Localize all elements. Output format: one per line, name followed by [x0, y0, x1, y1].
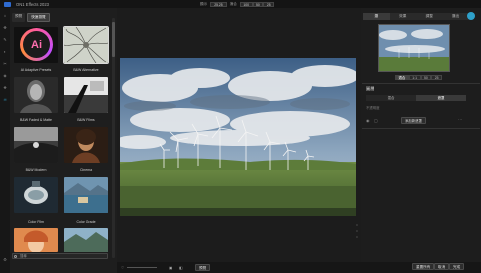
navigator-preview	[379, 25, 449, 71]
color-film-thumb	[14, 177, 58, 213]
opacity-label: 不透明度	[366, 106, 380, 110]
layers-title: 圖層	[366, 86, 375, 91]
nav-1to1-button[interactable]: 1:1	[408, 75, 421, 80]
color-grade-thumb	[64, 177, 108, 213]
left-toolbar: ⌂ ✥ ✎ ◐ ✂ ◈ ❖ ♒ ⚙	[0, 8, 10, 273]
add-mask-button[interactable]: 添加新遮罩	[401, 117, 426, 124]
canvas-ctrl-icon[interactable]: •	[355, 234, 359, 240]
title-bar: ON1 Effects 2023 顯示 25.25 適合 100 50 25	[0, 0, 481, 8]
split-view-icon[interactable]: ◧	[179, 265, 182, 271]
tab-browse[interactable]: 瀏	[363, 13, 390, 20]
divider	[362, 128, 480, 129]
reset-all-button[interactable]: 重置所有	[412, 263, 435, 270]
canvas-side-controls: • • •	[355, 222, 359, 248]
preset-tile-bw-films[interactable]	[64, 77, 108, 113]
bw-modern-thumb	[14, 127, 58, 163]
navigator-zoom: 適合 1:1 50 25	[395, 75, 443, 80]
tab-preview[interactable]: 預覽	[12, 13, 26, 22]
preset-tile-bw-alternative[interactable]	[63, 26, 109, 64]
done-button[interactable]: 完成	[449, 263, 465, 270]
search-icon	[14, 254, 17, 258]
nav-25-button[interactable]: 25	[431, 75, 443, 80]
preset-label: B&W Modern	[25, 168, 47, 172]
nav-50-button[interactable]: 50	[420, 75, 432, 80]
landscape-thumb	[64, 228, 108, 252]
thumbnail-size-slider[interactable]	[127, 267, 157, 268]
wind-farm-photo	[120, 58, 356, 216]
main-photo[interactable]	[120, 58, 356, 216]
bw-alternative-thumb	[64, 27, 108, 63]
zoom-select[interactable]: 25.25	[210, 1, 227, 7]
fit-label: 適合	[229, 1, 237, 6]
account-icon[interactable]	[467, 12, 475, 20]
preset-label: Color Film	[28, 220, 44, 224]
layer-icon[interactable]: ▢	[374, 118, 378, 123]
module-tabs: 瀏 效果 調整 匯出	[363, 13, 469, 20]
favorite-icon[interactable]: ♡	[121, 265, 124, 271]
preset-tile-cinema[interactable]	[64, 127, 108, 163]
preset-tile-bw-faded-matte[interactable]	[14, 77, 58, 113]
zoom-50-button[interactable]: 50	[252, 1, 264, 7]
preset-tile-color-film[interactable]	[14, 177, 58, 213]
mask-tool-icon[interactable]: ◐	[2, 50, 8, 54]
zoom-100-button[interactable]: 100	[239, 1, 253, 7]
navigator-thumbnail[interactable]	[378, 24, 450, 72]
crop-tool-icon[interactable]: ✂	[2, 62, 8, 66]
brush-tool-icon[interactable]: ✎	[2, 38, 8, 42]
tab-effects[interactable]: 效果	[390, 13, 417, 20]
tab-adjust[interactable]: 調整	[416, 13, 443, 20]
preset-tile-color-grade[interactable]	[64, 177, 108, 213]
eye-icon[interactable]: ◉	[366, 118, 370, 123]
preset-label: AI Adaptive Presets	[20, 68, 52, 72]
settings-tool-icon[interactable]: ⚙	[2, 258, 8, 262]
zoom-label: 顯示	[200, 1, 208, 6]
nav-fit-button[interactable]: 適合	[395, 75, 409, 80]
tab-quick-browse[interactable]: 快速瀏覽	[27, 13, 50, 22]
preset-label: B&W Alternative	[73, 68, 99, 72]
cinema-thumb	[64, 127, 108, 163]
tab-mask[interactable]: 遮罩	[416, 95, 466, 101]
app-title: ON1 Effects 2023	[16, 1, 49, 7]
preset-tabs: 預覽 快速瀏覽	[12, 13, 50, 22]
divider	[362, 83, 480, 84]
ai-logo-icon: Ai	[23, 31, 50, 58]
more-icon[interactable]: ⋯	[458, 117, 462, 122]
zoom-controls: 顯示 25.25 適合 100 50 25	[200, 1, 275, 7]
tab-blend[interactable]: 混合	[366, 95, 416, 101]
mask-row: ◉ ▢ 添加新遮罩 ⋯	[366, 117, 466, 124]
preset-tile-portrait[interactable]	[14, 228, 58, 252]
preset-scrollbar[interactable]	[112, 18, 115, 258]
home-tool-icon[interactable]: ⌂	[2, 14, 8, 18]
preview-button[interactable]: 預覽	[195, 264, 211, 271]
preset-tile-bw-modern[interactable]	[14, 127, 58, 163]
cancel-button[interactable]: 取消	[434, 263, 450, 270]
scrollbar-thumb[interactable]	[112, 22, 115, 57]
zoom-buttons: 100 50 25	[239, 1, 275, 7]
bw-films-thumb	[64, 77, 108, 113]
preset-tile-ai-adaptive[interactable]: Ai	[14, 27, 58, 63]
preset-label: Color Grade	[76, 220, 96, 224]
app-logo-icon	[4, 1, 11, 7]
zoom-25-button[interactable]: 25	[263, 1, 275, 7]
preset-label: B&W Films	[77, 118, 95, 122]
effects-tool-icon[interactable]: ❖	[2, 86, 8, 90]
move-tool-icon[interactable]: ✥	[2, 26, 8, 30]
preset-label: Cinema	[79, 168, 93, 172]
preset-label: B&W Faded & Matte	[20, 118, 52, 122]
layer-tabs: 混合 遮罩	[366, 95, 466, 101]
preset-tile-landscape[interactable]	[64, 228, 108, 252]
retouch-tool-icon[interactable]: ◈	[2, 74, 8, 78]
compare-icon[interactable]: ▣	[169, 265, 172, 271]
tab-export[interactable]: 匯出	[443, 13, 470, 20]
preset-search-input[interactable]: 搜尋	[12, 253, 108, 259]
portrait-thumb	[14, 228, 58, 252]
bw-faded-thumb	[14, 77, 58, 113]
presets-tool-icon[interactable]: ♒	[2, 98, 8, 102]
